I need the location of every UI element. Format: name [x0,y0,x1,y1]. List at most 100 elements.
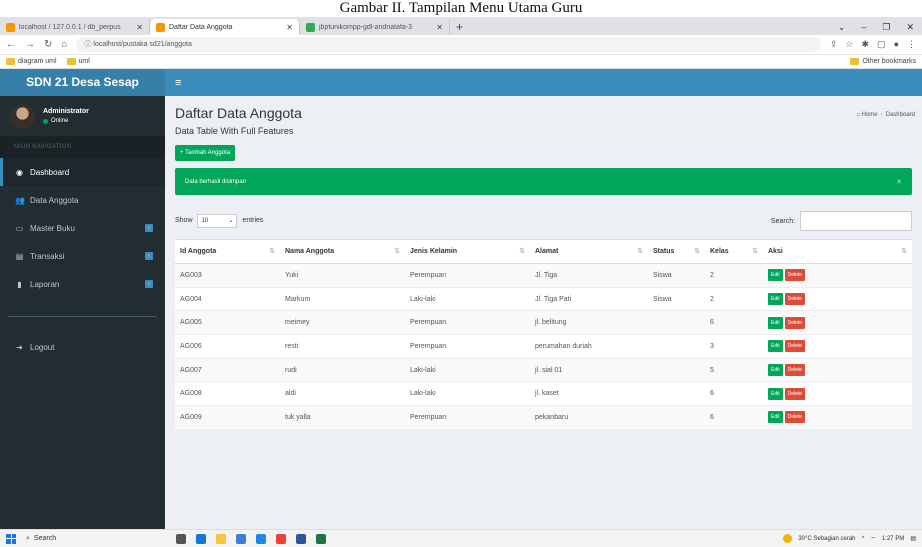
sidebar-item-dashboard[interactable]: ◉ Dashboard [0,158,165,186]
clock[interactable]: 1:27 PM [882,536,904,542]
column-header[interactable]: Nama Anggota ⇅ [280,239,405,264]
column-header[interactable]: Status ⇅ [648,239,705,264]
table-cell: 6 [705,310,763,336]
close-icon[interactable]: ✕ [136,23,143,32]
delete-button[interactable]: Delete [784,387,806,400]
edit-button[interactable]: Edit [768,316,783,329]
delete-button[interactable]: Delete [784,364,806,377]
task-view-icon[interactable] [176,533,186,544]
edit-button[interactable]: Edit [768,364,783,377]
edge-icon[interactable] [196,533,206,544]
reload-icon[interactable]: ↻ [44,39,52,50]
column-header[interactable]: Alamat ⇅ [530,239,648,264]
table-cell: 2 [705,287,763,312]
browser-tab-daftar-anggota[interactable]: Daftar Data Anggota ✕ [150,19,300,35]
content: Daftar Data Anggota ⌂ Home › Dashboard Dat… [165,96,922,529]
document-favicon-icon [306,22,315,32]
sort-icon: ⇅ [901,248,907,255]
actions-cell: Edit Delete [763,334,912,359]
sidebar-item-transaksi[interactable]: ▤ Transaksi ‹ [0,242,165,270]
chevron-left-icon: ‹ [145,280,153,288]
excel-icon[interactable] [316,533,326,544]
app-favicon-icon [156,22,165,32]
address-bar[interactable]: ⓘ localhost/pustaka sd21/anggota [76,37,821,52]
edit-button[interactable]: Edit [768,340,783,353]
column-header[interactable]: Kelas ⇅ [705,239,763,264]
sidebar-item-master-buku[interactable]: ▭ Master Buku ‹ [0,214,165,242]
delete-button[interactable]: Delete [784,411,806,424]
bookmark-star-icon[interactable]: ☆ [845,39,853,50]
add-member-button[interactable]: + Tambah Anggota [175,145,236,161]
chevron-down-icon[interactable]: ⌄ [838,19,846,35]
other-bookmarks[interactable]: Other bookmarks [850,58,916,65]
table-cell: Laki-laki [405,358,530,383]
profile-avatar-icon[interactable]: ● [894,39,899,50]
brand-logo[interactable]: SDN 21 Desa Sesap [0,69,165,96]
extension-pin-icon[interactable]: ✱ [862,39,870,50]
tray-chevron-icon[interactable]: ^ [862,536,865,542]
word-icon[interactable] [296,533,306,544]
delete-button[interactable]: Delete [784,340,806,353]
bookmark-label: uml [78,58,90,65]
sidepanel-icon[interactable]: ▢ [877,39,886,50]
bookmark-folder[interactable]: uml [66,58,90,65]
user-name: Administrator [43,108,89,115]
edit-button[interactable]: Edit [768,387,783,400]
edit-button[interactable]: Edit [768,269,783,282]
column-header[interactable]: Jenis Kelamin ⇅ [405,239,530,264]
breadcrumb-dashboard[interactable]: Dashboard [886,112,915,118]
menu-icon[interactable]: ⋮ [907,39,916,50]
table-body: AG003 Yuki Perempuan Jl. Tiga Siswa 2 Edit Dele… [175,263,912,430]
new-tab-button[interactable]: + [450,19,469,35]
entries-value: 10 [201,218,209,224]
home-icon[interactable]: ⌂ [61,39,67,50]
close-window-icon[interactable]: ✕ [906,19,914,35]
sidebar-item-logout[interactable]: ➜ Logout [0,333,165,361]
minimize-icon[interactable]: – [861,19,866,35]
store-icon[interactable] [236,533,246,544]
sidebar-item-label: Transaksi [30,251,65,261]
bookmark-folder[interactable]: diagram uml [6,58,57,65]
taskbar-search[interactable]: ⌕ Search [26,535,146,543]
hamburger-menu-icon[interactable]: ≡ [175,77,181,89]
browser-tab-phpmyadmin[interactable]: localhost / 127.0.0.1 / db_perpus ✕ [0,19,150,35]
table-cell [648,381,705,407]
notification-icon[interactable]: ▤ [910,535,916,542]
delete-button[interactable]: Delete [784,269,806,282]
system-tray: 30°C Sebagian cerah ^ ⌔ 1:27 PM ▤ [783,534,916,543]
column-header[interactable]: Id Anggota ⇅ [175,239,280,264]
browser-tab-bar: localhost / 127.0.0.1 / db_perpus ✕ Daft… [0,17,922,35]
mail-icon[interactable] [256,533,266,544]
forward-icon[interactable]: → [25,39,35,50]
maximize-icon[interactable]: ❐ [882,19,890,35]
file-explorer-icon[interactable] [216,533,226,544]
chrome-icon[interactable] [276,533,286,544]
sort-icon: ⇅ [637,248,643,255]
entries-select[interactable]: 10 ⌄ [197,214,238,228]
close-icon[interactable]: ✕ [286,23,293,32]
edit-button[interactable]: Edit [768,411,783,424]
breadcrumb-home[interactable]: Home [862,112,878,118]
delete-button[interactable]: Delete [784,293,806,306]
network-icon[interactable]: ⌔ [870,535,876,543]
edit-button[interactable]: Edit [768,293,783,306]
nav-header: MAIN NAVIGATION [0,136,165,158]
delete-button[interactable]: Delete [784,316,806,329]
browser-tab-jbptunikompp[interactable]: jbptunikompp-gdl-andriatafa-3 ✕ [300,19,450,35]
figure-caption: Gambar II. Tampilan Menu Utama Guru [0,0,922,17]
search-input[interactable] [800,211,912,231]
close-icon[interactable]: ✕ [896,178,902,186]
windows-start-icon[interactable] [6,533,16,544]
sidebar-item-laporan[interactable]: ▮ Laporan ‹ [0,270,165,298]
close-icon[interactable]: ✕ [436,23,443,32]
share-icon[interactable]: ⇪ [830,39,838,50]
table-cell: Yuki [280,263,405,288]
sidebar-item-data-anggota[interactable]: 👥 Data Anggota [0,186,165,214]
weather-text[interactable]: 30°C Sebagian cerah [798,536,855,542]
table-row: AG005 meimey Perempuan jl. belitung 6 Edit Del… [175,310,912,336]
column-header[interactable]: Aksi ⇅ [763,239,912,264]
book-icon: ▮ [17,279,22,289]
table-cell: tuk yalla [280,405,405,430]
back-icon[interactable]: ← [6,39,16,50]
sidebar-item-label: Laporan [30,279,60,289]
